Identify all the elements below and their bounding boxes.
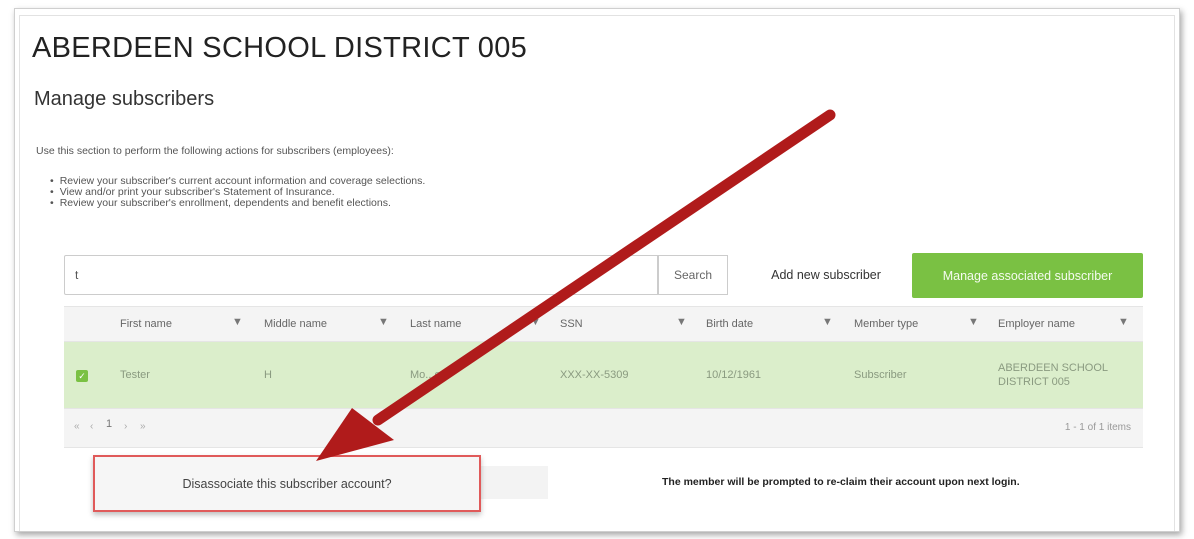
arrow-shaft xyxy=(372,109,836,426)
arrow-annotation xyxy=(316,109,836,461)
